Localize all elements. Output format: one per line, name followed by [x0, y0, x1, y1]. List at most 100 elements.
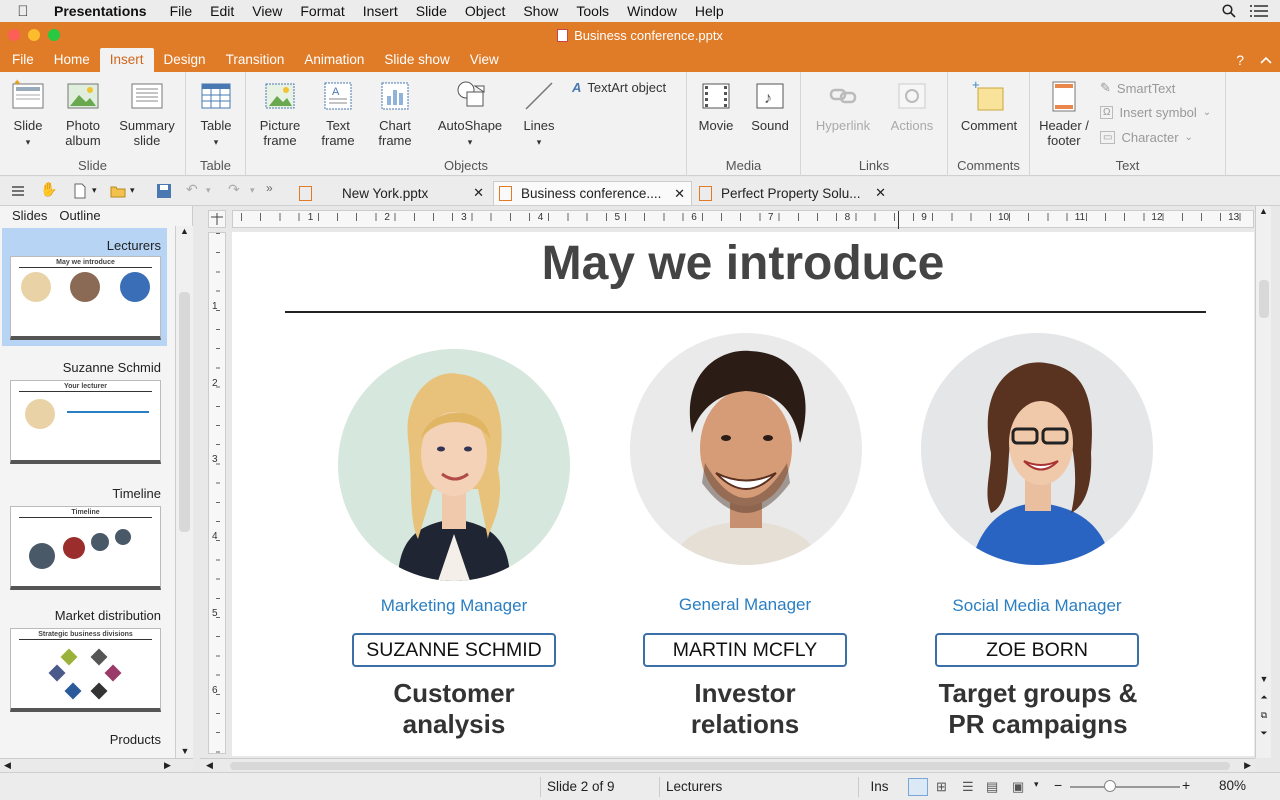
tab-home[interactable]: Home [44, 48, 100, 72]
tab-animation[interactable]: Animation [294, 48, 374, 72]
save-icon[interactable] [156, 183, 172, 199]
tab-insert[interactable]: Insert [99, 48, 154, 72]
role-zoe[interactable]: Social Media Manager [921, 596, 1153, 616]
menu-window[interactable]: Window [618, 3, 686, 19]
name-box-zoe[interactable]: ZOE BORN [935, 633, 1139, 667]
scroll-thumb[interactable] [230, 762, 1230, 770]
scroll-left-icon[interactable]: ◀ [4, 760, 11, 771]
table-button[interactable]: Table ▾ [194, 78, 238, 150]
tab-view[interactable]: View [460, 48, 509, 72]
photo-suzanne[interactable] [338, 349, 570, 581]
smarttext-button[interactable]: ✎ SmartText [1100, 80, 1175, 96]
outline-view-icon[interactable]: ☰ [962, 779, 974, 795]
scroll-up-icon[interactable]: ▲ [176, 226, 193, 236]
doc-tab-new-york[interactable]: New York.pptx ✕ [293, 181, 490, 205]
zoom-slider[interactable] [1070, 786, 1180, 788]
view-dropdown-icon[interactable]: ▾ [1034, 779, 1039, 790]
previous-slide-icon[interactable]: ⏶ [1256, 692, 1272, 703]
menu-tools[interactable]: Tools [567, 3, 618, 19]
text-frame-button[interactable]: A Text frame [314, 78, 362, 148]
ruler-corner[interactable] [208, 210, 226, 228]
menu-show[interactable]: Show [514, 3, 567, 19]
tab-design[interactable]: Design [154, 48, 216, 72]
autoshape-button[interactable]: AutoShape ▾ [432, 78, 508, 150]
scroll-down-icon[interactable]: ▼ [1256, 674, 1272, 684]
redo-icon[interactable]: ↷ [228, 181, 244, 197]
header-footer-button[interactable]: Header / footer [1036, 78, 1092, 148]
comment-button[interactable]: + Comment [956, 77, 1022, 133]
name-box-martin[interactable]: MARTIN MCFLY [643, 633, 847, 667]
fit-page-icon[interactable]: ⧉ [1256, 710, 1272, 721]
topic-martin[interactable]: Investor relations [615, 678, 875, 740]
slides-panel-hscroll[interactable]: ◀ ▶ [0, 758, 193, 772]
photo-album-button[interactable]: Photo album [58, 78, 108, 148]
scroll-left-icon[interactable]: ◀ [206, 760, 213, 771]
normal-view-icon[interactable] [908, 778, 928, 796]
undo-icon[interactable]: ↶ [186, 181, 202, 197]
horizontal-ruler[interactable]: 1 2 3 4 5 6 7 8 9 10 11 12 13 [232, 210, 1254, 229]
menu-edit[interactable]: Edit [201, 3, 243, 19]
sound-button[interactable]: ♪ Sound [747, 78, 793, 133]
scroll-right-icon[interactable]: ▶ [164, 760, 171, 771]
chart-frame-button[interactable]: Chart frame [370, 78, 420, 148]
tab-outline[interactable]: Outline [53, 207, 106, 226]
movie-button[interactable]: Movie [693, 78, 739, 133]
tab-file[interactable]: File [2, 48, 44, 72]
close-tab-icon[interactable]: ✕ [875, 185, 886, 201]
notification-list-icon[interactable] [1250, 4, 1268, 18]
status-insert-mode[interactable]: Ins [858, 777, 900, 797]
spotlight-search-icon[interactable] [1222, 4, 1236, 18]
insert-symbol-button[interactable]: Ω Insert symbol ⌄ [1100, 105, 1211, 120]
slide-thumb-1[interactable]: Lecturers May we introduce [2, 228, 167, 346]
zoom-out-icon[interactable]: − [1054, 777, 1062, 793]
tab-slide-show[interactable]: Slide show [374, 48, 459, 72]
textart-object-button[interactable]: A TextArt object [572, 80, 666, 95]
menu-format[interactable]: Format [291, 3, 353, 19]
photo-martin[interactable] [630, 333, 862, 565]
pointer-hand-icon[interactable]: ✋ [40, 181, 57, 197]
menu-slide[interactable]: Slide [407, 3, 456, 19]
slide-thumb-3[interactable]: Timeline Timeline [2, 486, 167, 596]
zoom-window-icon[interactable] [48, 29, 60, 41]
open-folder-icon[interactable] [110, 183, 126, 199]
scroll-thumb[interactable] [179, 292, 190, 532]
topic-zoe[interactable]: Target groups & PR campaigns [908, 678, 1168, 740]
zoom-level[interactable]: 80% [1206, 778, 1246, 793]
slide-thumb-5[interactable]: Products [2, 732, 167, 758]
doc-tab-business-conference[interactable]: Business conference.... ✕ [493, 181, 692, 205]
menu-file[interactable]: File [161, 3, 202, 19]
photo-zoe[interactable] [921, 333, 1153, 565]
scroll-thumb[interactable] [1259, 280, 1269, 318]
help-icon[interactable]: ? [1236, 52, 1244, 68]
undo-dropdown-icon[interactable]: ▾ [206, 185, 222, 201]
picture-frame-button[interactable]: Picture frame [252, 78, 308, 148]
menu-insert[interactable]: Insert [354, 3, 407, 19]
hyperlink-button[interactable]: Hyperlink [809, 78, 877, 133]
next-slide-icon[interactable]: ⏷ [1256, 728, 1272, 739]
handout-view-icon[interactable]: ▤ [986, 779, 998, 795]
lines-button[interactable]: Lines ▾ [514, 78, 564, 150]
editor-vscrollbar[interactable]: ▲ ▼ ⏶ ⧉ ⏷ [1255, 206, 1271, 758]
slides-panel-scrollbar[interactable]: ▲ ▼ [175, 226, 193, 758]
character-button[interactable]: ▭ Character ⌄ [1100, 130, 1193, 145]
slide-canvas[interactable]: May we introduce Marketing Manager Gener… [232, 232, 1254, 756]
close-tab-icon[interactable]: ✕ [674, 186, 685, 202]
close-window-icon[interactable] [8, 29, 20, 41]
menu-app-name[interactable]: Presentations [46, 3, 161, 19]
menu-help[interactable]: Help [686, 3, 733, 19]
new-document-dropdown-icon[interactable]: ▾ [92, 185, 108, 201]
open-folder-dropdown-icon[interactable]: ▾ [130, 185, 146, 201]
topic-suzanne[interactable]: Customer analysis [324, 678, 584, 740]
summary-slide-button[interactable]: Summary slide [114, 78, 180, 148]
slide-show-icon[interactable]: ▣ [1012, 779, 1024, 795]
scroll-down-icon[interactable]: ▼ [176, 746, 194, 756]
redo-dropdown-icon[interactable]: ▾ [250, 185, 266, 201]
menu-view[interactable]: View [243, 3, 291, 19]
new-document-icon[interactable] [72, 183, 88, 199]
editor-hscrollbar[interactable]: ◀ ▶ [200, 758, 1255, 772]
tab-transition[interactable]: Transition [216, 48, 295, 72]
apple-icon[interactable]:  [0, 3, 46, 20]
collapse-ribbon-icon[interactable] [1260, 56, 1272, 64]
scroll-right-icon[interactable]: ▶ [1244, 760, 1251, 771]
slide-sorter-icon[interactable]: ⊞ [936, 779, 947, 795]
